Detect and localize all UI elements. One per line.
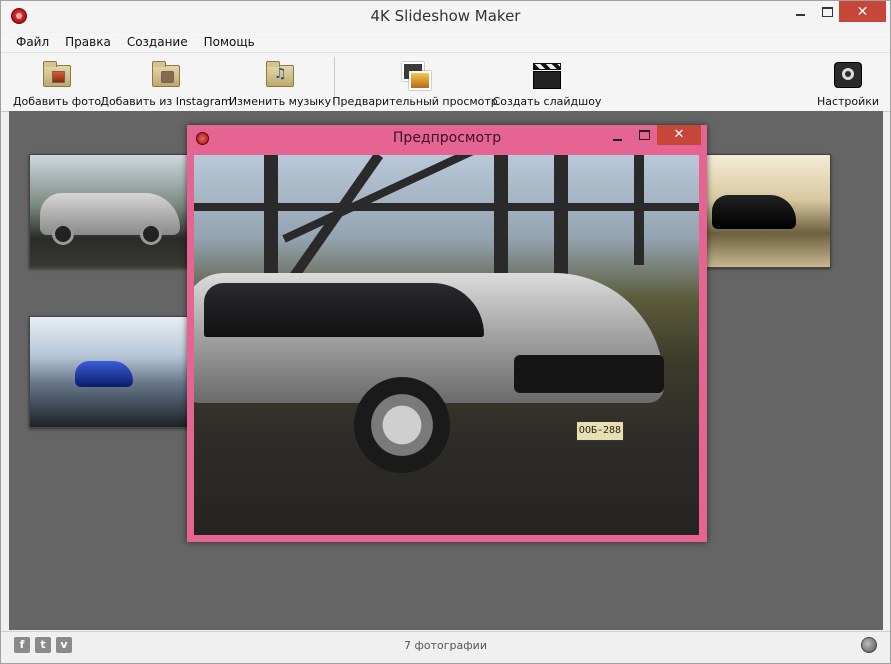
preview-icon <box>399 59 431 90</box>
title-bar: 4K Slideshow Maker ✕ <box>1 1 890 32</box>
car-window <box>204 283 484 337</box>
add-instagram-label: Добавить из Instagram <box>100 95 232 108</box>
license-plate: ООБ-288 <box>576 421 624 441</box>
main-window: 4K Slideshow Maker ✕ Файл Правка Создани… <box>0 0 891 664</box>
menu-help[interactable]: Помощь <box>196 33 263 52</box>
preview-dialog: Предпросмотр ✕ ООБ-288 <box>187 125 707 542</box>
maximize-icon <box>639 130 650 140</box>
preview-label: Предварительный просмотр <box>332 95 498 108</box>
menu-edit[interactable]: Правка <box>57 33 119 52</box>
settings-label: Настройки <box>816 95 880 108</box>
menu-create[interactable]: Создание <box>119 33 196 52</box>
music-icon: ♫ <box>264 59 296 89</box>
dialog-maximize-button[interactable] <box>631 125 657 145</box>
settings-button[interactable]: Настройки <box>817 56 879 108</box>
maximize-button[interactable] <box>813 1 841 22</box>
create-slideshow-label: Создать слайдшоу <box>492 95 602 108</box>
globe-icon[interactable] <box>861 637 877 653</box>
window-title: 4K Slideshow Maker <box>370 7 521 25</box>
change-music-label: Изменить музыку <box>228 95 332 108</box>
slide-thumbnail[interactable] <box>29 316 191 428</box>
slide-thumbnail[interactable] <box>29 154 191 268</box>
add-photo-icon <box>41 59 73 89</box>
preview-image: ООБ-288 <box>194 155 699 535</box>
preview-button[interactable]: Предварительный просмотр <box>332 56 498 108</box>
car-wheel <box>354 377 450 473</box>
minimize-icon <box>795 13 805 16</box>
photo-count: 7 фотографии <box>404 639 487 652</box>
toolbar: Добавить фото Добавить из Instagram ♫ Из… <box>1 52 890 112</box>
create-slideshow-button[interactable]: Создать слайдшоу <box>493 56 601 108</box>
add-instagram-button[interactable]: Добавить из Instagram <box>100 56 232 108</box>
add-photo-label: Добавить фото <box>12 95 102 108</box>
slide-thumbnail[interactable] <box>705 154 831 268</box>
dialog-minimize-button[interactable] <box>605 125 631 145</box>
minimize-icon <box>613 139 622 141</box>
status-bar: f t v 7 фотографии <box>1 631 890 663</box>
maximize-icon <box>821 6 833 17</box>
change-music-button[interactable]: ♫ Изменить музыку <box>229 56 331 108</box>
minimize-button[interactable] <box>785 1 815 22</box>
car-grille <box>514 355 664 393</box>
settings-gear-icon <box>832 59 864 89</box>
add-photo-button[interactable]: Добавить фото <box>12 56 102 108</box>
instagram-icon <box>150 59 182 89</box>
clapperboard-icon <box>531 59 563 89</box>
close-button[interactable]: ✕ <box>839 1 886 22</box>
menu-file[interactable]: Файл <box>1 33 57 52</box>
menu-bar: Файл Правка Создание Помощь <box>1 33 890 52</box>
dialog-close-button[interactable]: ✕ <box>657 125 701 145</box>
